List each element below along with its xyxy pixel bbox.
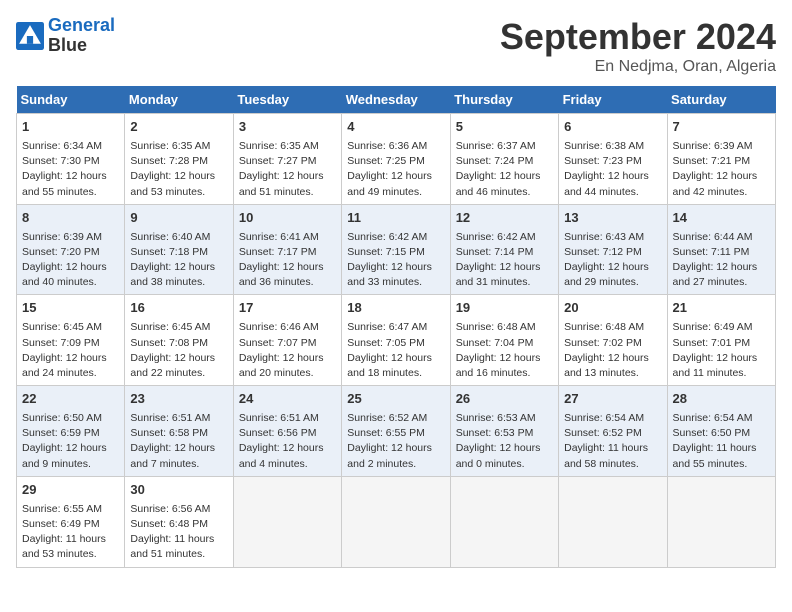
calendar-cell-29: 29Sunrise: 6:55 AM Sunset: 6:49 PM Dayli… — [17, 476, 125, 567]
header-cell-thursday: Thursday — [450, 86, 558, 114]
calendar-cell-empty — [559, 476, 667, 567]
calendar-week-2: 8Sunrise: 6:39 AM Sunset: 7:20 PM Daylig… — [17, 204, 776, 295]
calendar-cell-12: 12Sunrise: 6:42 AM Sunset: 7:14 PM Dayli… — [450, 204, 558, 295]
calendar-cell-27: 27Sunrise: 6:54 AM Sunset: 6:52 PM Dayli… — [559, 386, 667, 477]
logo: GeneralBlue — [16, 16, 115, 56]
calendar-cell-11: 11Sunrise: 6:42 AM Sunset: 7:15 PM Dayli… — [342, 204, 450, 295]
calendar-cell-17: 17Sunrise: 6:46 AM Sunset: 7:07 PM Dayli… — [233, 295, 341, 386]
page-header: GeneralBlue September 2024 En Nedjma, Or… — [16, 16, 776, 76]
calendar-week-1: 1Sunrise: 6:34 AM Sunset: 7:30 PM Daylig… — [17, 114, 776, 205]
calendar-table: SundayMondayTuesdayWednesdayThursdayFrid… — [16, 86, 776, 568]
calendar-cell-28: 28Sunrise: 6:54 AM Sunset: 6:50 PM Dayli… — [667, 386, 775, 477]
calendar-cell-30: 30Sunrise: 6:56 AM Sunset: 6:48 PM Dayli… — [125, 476, 233, 567]
header-cell-sunday: Sunday — [17, 86, 125, 114]
calendar-cell-18: 18Sunrise: 6:47 AM Sunset: 7:05 PM Dayli… — [342, 295, 450, 386]
calendar-cell-23: 23Sunrise: 6:51 AM Sunset: 6:58 PM Dayli… — [125, 386, 233, 477]
calendar-cell-empty — [450, 476, 558, 567]
logo-text: GeneralBlue — [48, 16, 115, 56]
month-title: September 2024 — [500, 16, 776, 58]
calendar-cell-8: 8Sunrise: 6:39 AM Sunset: 7:20 PM Daylig… — [17, 204, 125, 295]
calendar-cell-21: 21Sunrise: 6:49 AM Sunset: 7:01 PM Dayli… — [667, 295, 775, 386]
calendar-cell-22: 22Sunrise: 6:50 AM Sunset: 6:59 PM Dayli… — [17, 386, 125, 477]
calendar-cell-6: 6Sunrise: 6:38 AM Sunset: 7:23 PM Daylig… — [559, 114, 667, 205]
calendar-week-4: 22Sunrise: 6:50 AM Sunset: 6:59 PM Dayli… — [17, 386, 776, 477]
calendar-cell-10: 10Sunrise: 6:41 AM Sunset: 7:17 PM Dayli… — [233, 204, 341, 295]
calendar-cell-25: 25Sunrise: 6:52 AM Sunset: 6:55 PM Dayli… — [342, 386, 450, 477]
calendar-cell-24: 24Sunrise: 6:51 AM Sunset: 6:56 PM Dayli… — [233, 386, 341, 477]
calendar-cell-7: 7Sunrise: 6:39 AM Sunset: 7:21 PM Daylig… — [667, 114, 775, 205]
calendar-cell-4: 4Sunrise: 6:36 AM Sunset: 7:25 PM Daylig… — [342, 114, 450, 205]
calendar-cell-15: 15Sunrise: 6:45 AM Sunset: 7:09 PM Dayli… — [17, 295, 125, 386]
calendar-week-3: 15Sunrise: 6:45 AM Sunset: 7:09 PM Dayli… — [17, 295, 776, 386]
calendar-cell-20: 20Sunrise: 6:48 AM Sunset: 7:02 PM Dayli… — [559, 295, 667, 386]
header-cell-monday: Monday — [125, 86, 233, 114]
calendar-cell-2: 2Sunrise: 6:35 AM Sunset: 7:28 PM Daylig… — [125, 114, 233, 205]
header-row: SundayMondayTuesdayWednesdayThursdayFrid… — [17, 86, 776, 114]
header-cell-wednesday: Wednesday — [342, 86, 450, 114]
logo-icon — [16, 22, 44, 50]
calendar-cell-empty — [342, 476, 450, 567]
calendar-cell-3: 3Sunrise: 6:35 AM Sunset: 7:27 PM Daylig… — [233, 114, 341, 205]
location-subtitle: En Nedjma, Oran, Algeria — [500, 58, 776, 76]
calendar-cell-9: 9Sunrise: 6:40 AM Sunset: 7:18 PM Daylig… — [125, 204, 233, 295]
calendar-body: 1Sunrise: 6:34 AM Sunset: 7:30 PM Daylig… — [17, 114, 776, 568]
header-cell-saturday: Saturday — [667, 86, 775, 114]
calendar-cell-16: 16Sunrise: 6:45 AM Sunset: 7:08 PM Dayli… — [125, 295, 233, 386]
calendar-cell-13: 13Sunrise: 6:43 AM Sunset: 7:12 PM Dayli… — [559, 204, 667, 295]
calendar-header: SundayMondayTuesdayWednesdayThursdayFrid… — [17, 86, 776, 114]
calendar-week-5: 29Sunrise: 6:55 AM Sunset: 6:49 PM Dayli… — [17, 476, 776, 567]
calendar-cell-5: 5Sunrise: 6:37 AM Sunset: 7:24 PM Daylig… — [450, 114, 558, 205]
header-cell-friday: Friday — [559, 86, 667, 114]
header-cell-tuesday: Tuesday — [233, 86, 341, 114]
title-block: September 2024 En Nedjma, Oran, Algeria — [500, 16, 776, 76]
calendar-cell-14: 14Sunrise: 6:44 AM Sunset: 7:11 PM Dayli… — [667, 204, 775, 295]
calendar-cell-empty — [233, 476, 341, 567]
calendar-cell-26: 26Sunrise: 6:53 AM Sunset: 6:53 PM Dayli… — [450, 386, 558, 477]
calendar-cell-1: 1Sunrise: 6:34 AM Sunset: 7:30 PM Daylig… — [17, 114, 125, 205]
calendar-cell-empty — [667, 476, 775, 567]
calendar-cell-19: 19Sunrise: 6:48 AM Sunset: 7:04 PM Dayli… — [450, 295, 558, 386]
